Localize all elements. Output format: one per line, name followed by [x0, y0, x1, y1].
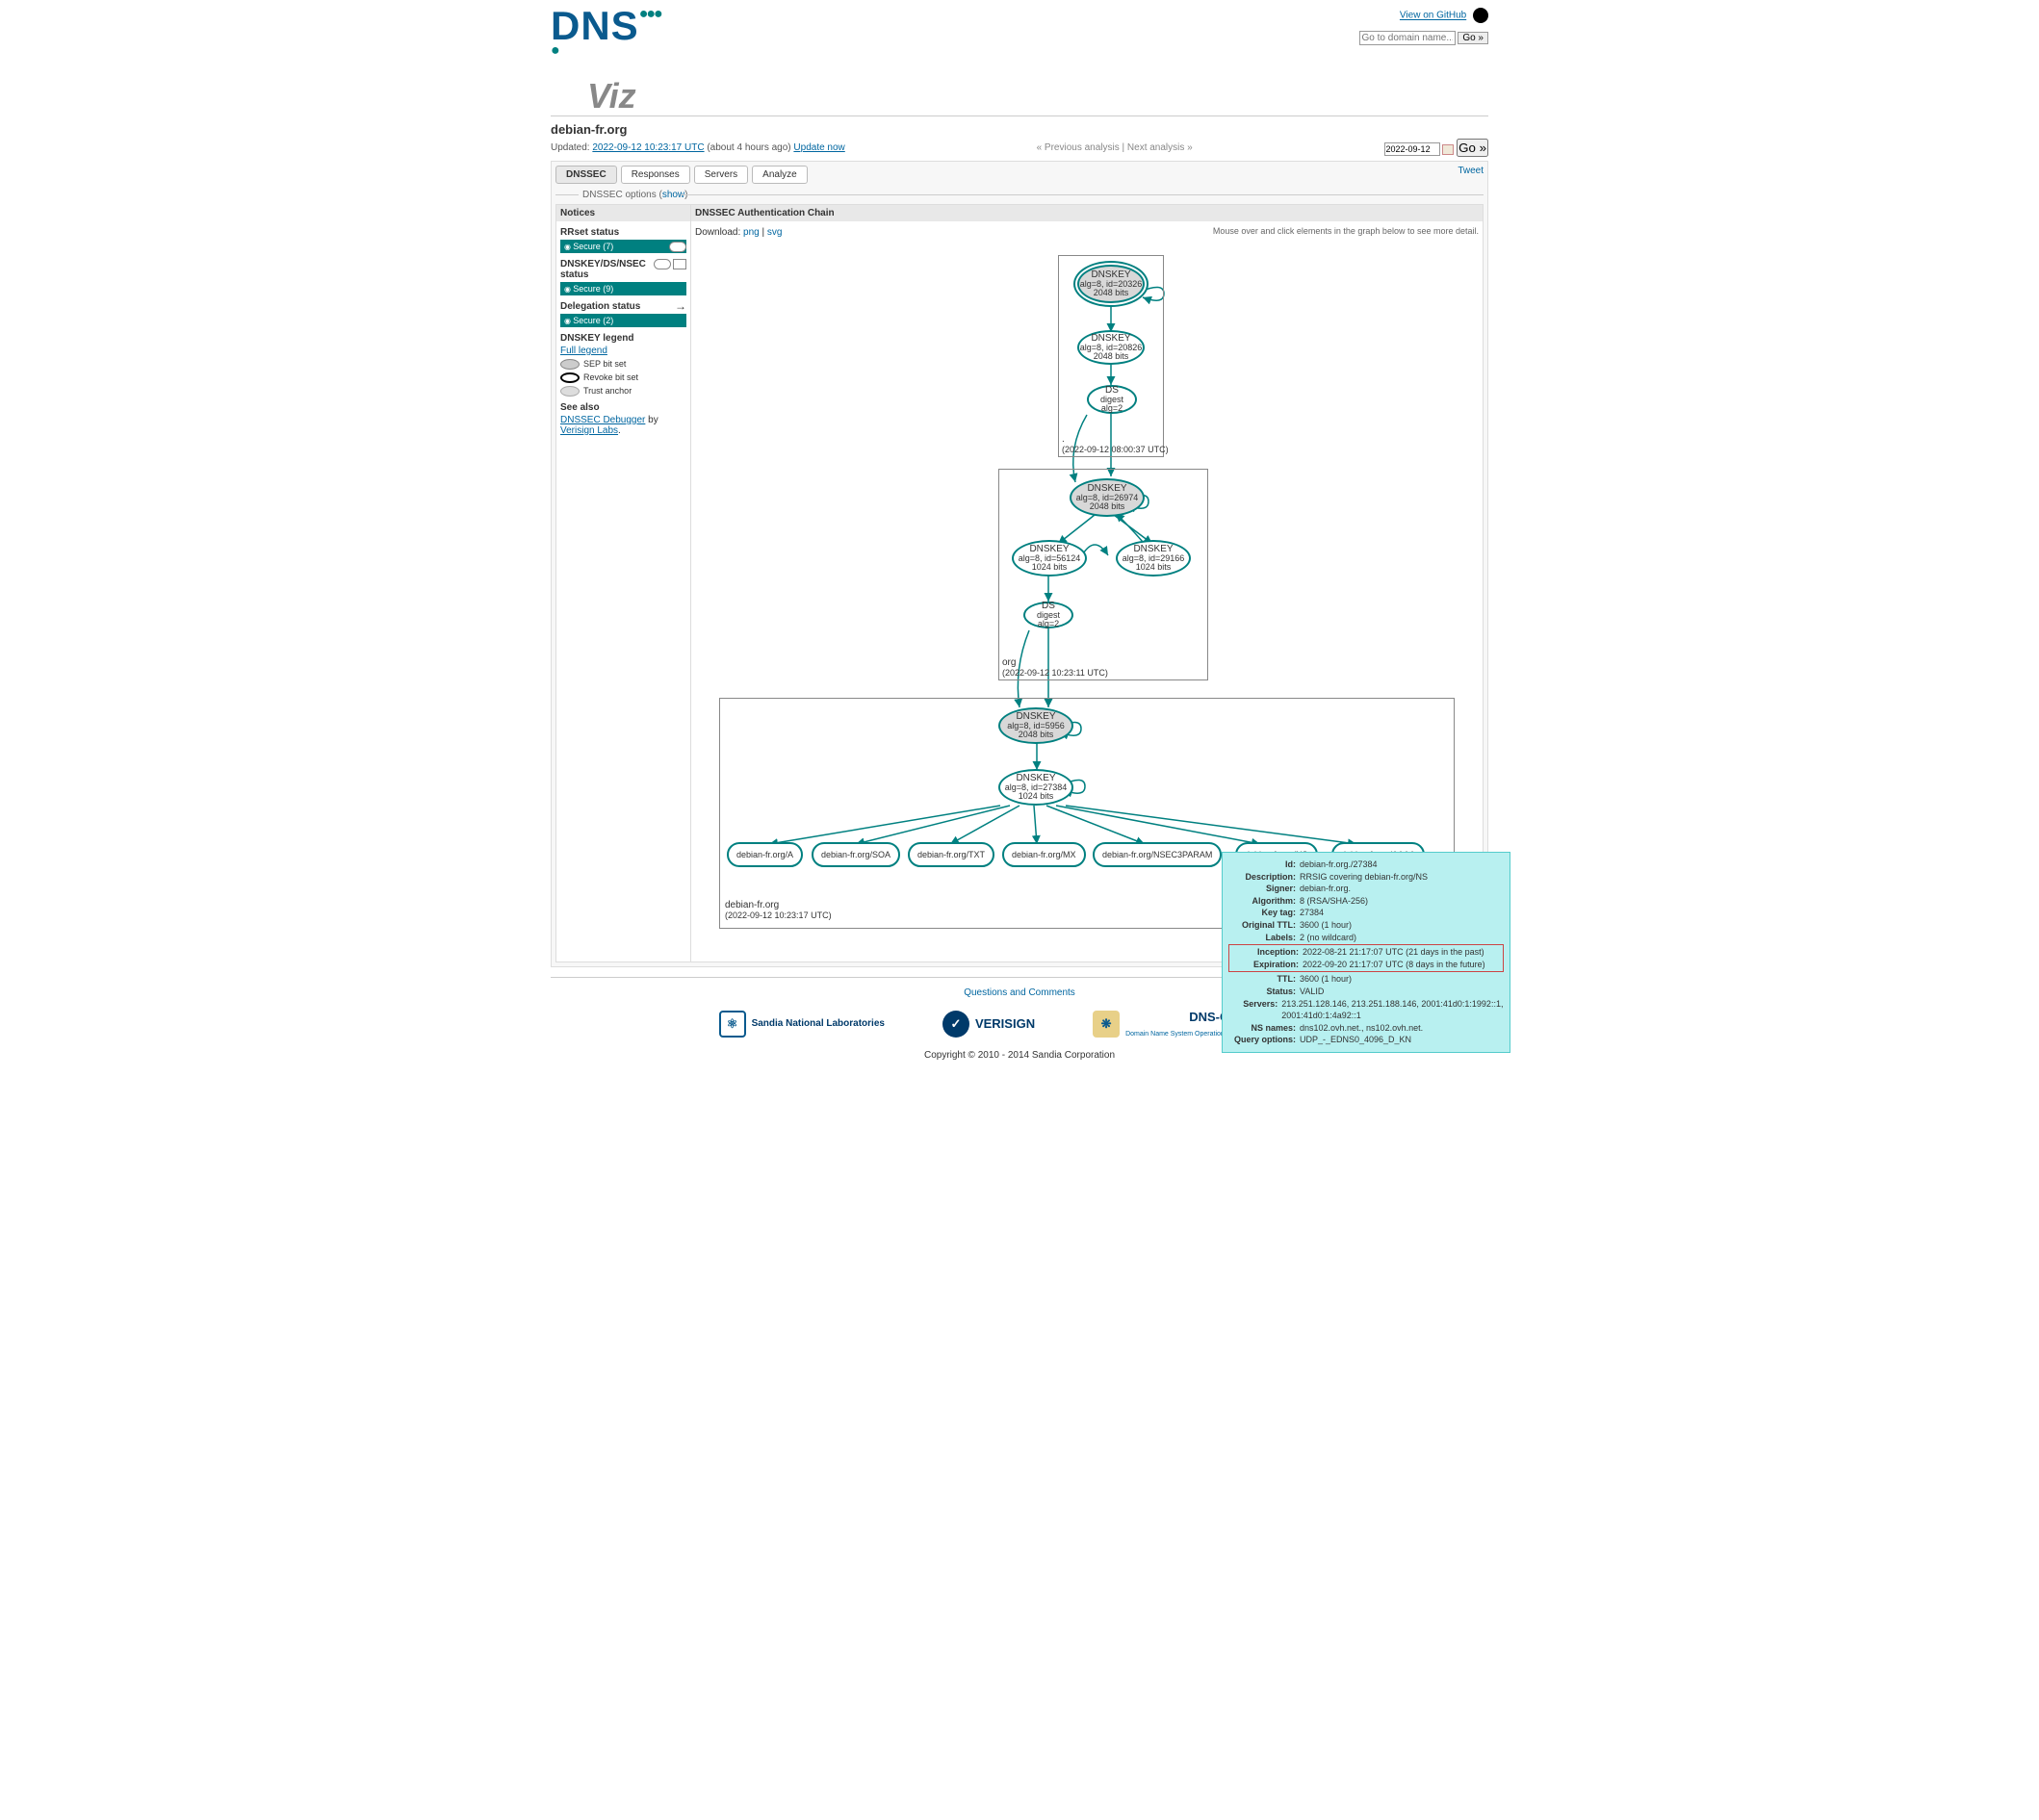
- tweet-link[interactable]: Tweet: [1458, 166, 1484, 176]
- full-legend-link[interactable]: Full legend: [560, 346, 607, 356]
- questions-link[interactable]: Questions and Comments: [964, 987, 1075, 998]
- github-icon[interactable]: [1473, 8, 1488, 23]
- trust-anchor-label: Trust anchor: [583, 386, 632, 396]
- arrow-icon: →: [675, 299, 686, 313]
- download-label: Download:: [695, 227, 743, 238]
- dnssec-options: DNSSEC options (show): [555, 186, 1484, 204]
- domain-name: debian-fr.org: [551, 122, 1488, 137]
- date-go-button[interactable]: Go »: [1457, 139, 1488, 157]
- node-org-ds[interactable]: DSdigest alg=2: [1023, 602, 1073, 628]
- search-go-button[interactable]: Go »: [1458, 32, 1488, 44]
- sidebar: Notices RRset status Secure (7) DNSKEY/D…: [556, 205, 691, 961]
- updated-relative: (about 4 hours ago): [707, 142, 790, 153]
- rrset-status-bar[interactable]: Secure (7): [560, 240, 686, 253]
- tab-analyze[interactable]: Analyze: [752, 166, 808, 184]
- node-root-dnskey-zsk[interactable]: DNSKEYalg=8, id=208262048 bits: [1077, 330, 1145, 365]
- show-options-link[interactable]: show: [662, 190, 684, 200]
- domain-search-input[interactable]: [1359, 31, 1456, 45]
- updated-label: Updated:: [551, 142, 590, 153]
- tab-responses[interactable]: Responses: [621, 166, 690, 184]
- tab-dnssec[interactable]: DNSSEC: [555, 166, 617, 184]
- dnssec-graph[interactable]: DNSKEYalg=8, id=203262048 bits DNSKEYalg…: [711, 245, 1462, 958]
- trust-anchor-icon: [560, 386, 580, 397]
- rrset-mx[interactable]: debian-fr.org/MX: [1002, 842, 1086, 867]
- rrset-nsec3param[interactable]: debian-fr.org/NSEC3PARAM: [1093, 842, 1222, 867]
- revoke-label: Revoke bit set: [583, 372, 638, 382]
- calendar-icon[interactable]: [1442, 144, 1454, 155]
- node-org-dnskey-ksk[interactable]: DNSKEYalg=8, id=269742048 bits: [1070, 478, 1145, 517]
- node-org-dnskey-zsk2[interactable]: DNSKEYalg=8, id=291661024 bits: [1116, 540, 1191, 577]
- node-zone-dnskey-zsk[interactable]: DNSKEYalg=8, id=273841024 bits: [998, 769, 1073, 806]
- verisign-labs-link[interactable]: Verisign Labs: [560, 425, 618, 436]
- revoke-icon: [560, 372, 580, 383]
- zone-root-label: .(2022-09-12 08:00:37 UTC): [1062, 434, 1169, 455]
- hint-text: Mouse over and click elements in the gra…: [695, 226, 1479, 236]
- rrset-soa[interactable]: debian-fr.org/SOA: [812, 842, 900, 867]
- dnsoarc-icon: ❋: [1093, 1011, 1120, 1038]
- rrset-txt[interactable]: debian-fr.org/TXT: [908, 842, 994, 867]
- download-png-link[interactable]: png: [743, 227, 760, 238]
- sep-icon: [560, 359, 580, 370]
- notices-heading: Notices: [556, 205, 690, 221]
- prev-analysis-link: « Previous analysis: [1037, 142, 1120, 153]
- delegation-status-label: Delegation status: [560, 301, 686, 312]
- sep-label: SEP bit set: [583, 359, 626, 369]
- tabs: DNSSEC Responses Servers Analyze: [555, 166, 1458, 184]
- header: DNS●●●● Viz View on GitHub Go »: [551, 0, 1488, 116]
- debugger-link[interactable]: DNSSEC Debugger: [560, 415, 645, 425]
- see-also-label: See also: [560, 402, 686, 413]
- domain-info: debian-fr.org Updated: 2022-09-12 10:23:…: [551, 116, 1488, 161]
- dnskey-rect-icon: [673, 259, 686, 269]
- dnskey-status-bar[interactable]: Secure (9): [560, 282, 686, 295]
- node-zone-dnskey-ksk[interactable]: DNSKEYalg=8, id=59562048 bits: [998, 707, 1073, 744]
- rrset-status-label: RRset status: [560, 227, 686, 238]
- verisign-icon: ✓: [942, 1011, 969, 1038]
- node-org-dnskey-zsk1[interactable]: DNSKEYalg=8, id=561241024 bits: [1012, 540, 1087, 577]
- rrset-a[interactable]: debian-fr.org/A: [727, 842, 803, 867]
- tooltip: Id:debian-fr.org./27384 Description:RRSI…: [1222, 852, 1510, 1053]
- legend-label: DNSKEY legend: [560, 333, 686, 344]
- sandia-icon: ⚛: [719, 1011, 746, 1038]
- download-svg-link[interactable]: svg: [767, 227, 783, 238]
- next-analysis-link: Next analysis »: [1127, 142, 1193, 153]
- node-root-ds[interactable]: DSdigest alg=2: [1087, 385, 1137, 414]
- node-root-dnskey-ksk[interactable]: DNSKEYalg=8, id=203262048 bits: [1077, 265, 1145, 303]
- zone-debian-fr-label: debian-fr.org(2022-09-12 10:23:17 UTC): [725, 900, 832, 921]
- chain-heading: DNSSEC Authentication Chain: [691, 205, 1483, 221]
- logo[interactable]: DNS●●●● Viz: [551, 8, 661, 112]
- github-link[interactable]: View on GitHub: [1400, 11, 1466, 21]
- date-input[interactable]: [1384, 142, 1440, 156]
- rrset-shape-icon: [669, 242, 686, 252]
- delegation-status-bar[interactable]: Secure (2): [560, 314, 686, 327]
- sponsor-verisign[interactable]: ✓VERISIGN: [942, 1011, 1035, 1038]
- tab-servers[interactable]: Servers: [694, 166, 748, 184]
- sponsor-sandia[interactable]: ⚛Sandia National Laboratories: [719, 1011, 885, 1038]
- update-now-link[interactable]: Update now: [793, 142, 844, 153]
- zone-org-label: org(2022-09-12 10:23:11 UTC): [1002, 657, 1108, 679]
- dnskey-oval-icon: [654, 259, 671, 269]
- updated-time-link[interactable]: 2022-09-12 10:23:17 UTC: [592, 142, 704, 153]
